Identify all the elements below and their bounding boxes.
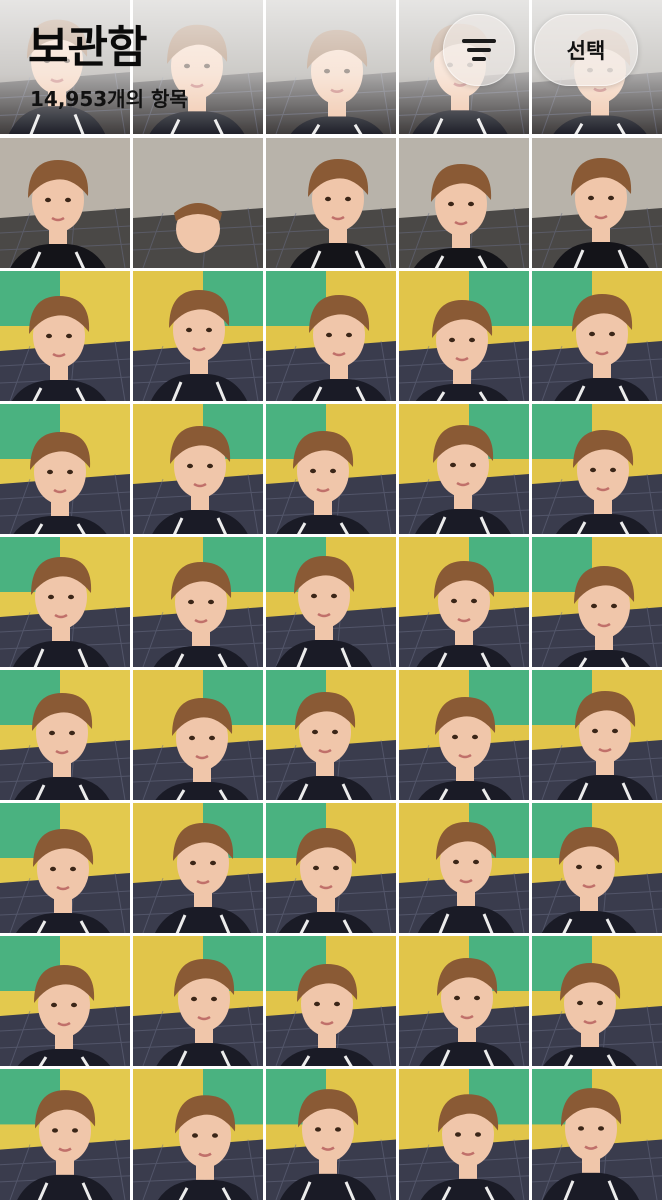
- photo-thumbnail[interactable]: [133, 803, 263, 933]
- photo-thumbnail[interactable]: [266, 1069, 396, 1200]
- photo-thumbnail[interactable]: [532, 803, 662, 933]
- photo-thumbnail[interactable]: [0, 1069, 130, 1200]
- photo-thumbnail[interactable]: [0, 670, 130, 800]
- photo-grid: [0, 0, 662, 1200]
- select-button-label: 선택: [566, 39, 606, 63]
- select-button[interactable]: 선택: [534, 14, 638, 86]
- item-count: 14,953개의 항목: [30, 87, 188, 111]
- filter-icon: [462, 38, 496, 62]
- photo-thumbnail[interactable]: [133, 670, 263, 800]
- photo-thumbnail[interactable]: [133, 936, 263, 1066]
- photo-thumbnail[interactable]: [532, 537, 662, 667]
- photo-thumbnail[interactable]: [266, 670, 396, 800]
- photo-thumbnail[interactable]: [532, 138, 662, 268]
- photo-thumbnail[interactable]: [133, 537, 263, 667]
- page-title: 보관함: [28, 22, 147, 73]
- photo-thumbnail[interactable]: [266, 537, 396, 667]
- photo-thumbnail[interactable]: [399, 404, 529, 534]
- photo-thumbnail[interactable]: [399, 1069, 529, 1200]
- photo-thumbnail[interactable]: [133, 1069, 263, 1200]
- photo-thumbnail[interactable]: [0, 404, 130, 534]
- photo-library-screen: 보관함 14,953개의 항목 선택: [0, 0, 662, 1200]
- photo-thumbnail[interactable]: [399, 537, 529, 667]
- photo-thumbnail[interactable]: [133, 271, 263, 401]
- photo-thumbnail[interactable]: [399, 670, 529, 800]
- photo-thumbnail[interactable]: [133, 138, 263, 268]
- photo-thumbnail[interactable]: [0, 936, 130, 1066]
- photo-thumbnail[interactable]: [532, 404, 662, 534]
- photo-thumbnail[interactable]: [0, 271, 130, 401]
- photo-thumbnail[interactable]: [532, 1069, 662, 1200]
- photo-thumbnail[interactable]: [399, 936, 529, 1066]
- photo-thumbnail[interactable]: [0, 537, 130, 667]
- photo-thumbnail[interactable]: [0, 803, 130, 933]
- photo-thumbnail[interactable]: [532, 670, 662, 800]
- photo-thumbnail[interactable]: [399, 803, 529, 933]
- photo-thumbnail[interactable]: [399, 271, 529, 401]
- photo-thumbnail[interactable]: [266, 803, 396, 933]
- photo-thumbnail[interactable]: [0, 138, 130, 268]
- photo-thumbnail[interactable]: [532, 936, 662, 1066]
- photo-thumbnail[interactable]: [399, 138, 529, 268]
- photo-thumbnail[interactable]: [266, 271, 396, 401]
- photo-thumbnail[interactable]: [266, 0, 396, 134]
- photo-thumbnail[interactable]: [266, 404, 396, 534]
- photo-thumbnail[interactable]: [266, 936, 396, 1066]
- photo-thumbnail[interactable]: [266, 138, 396, 268]
- photo-thumbnail[interactable]: [532, 271, 662, 401]
- photo-thumbnail[interactable]: [133, 404, 263, 534]
- photo-thumbnail[interactable]: [133, 0, 263, 134]
- filter-button[interactable]: [443, 14, 515, 86]
